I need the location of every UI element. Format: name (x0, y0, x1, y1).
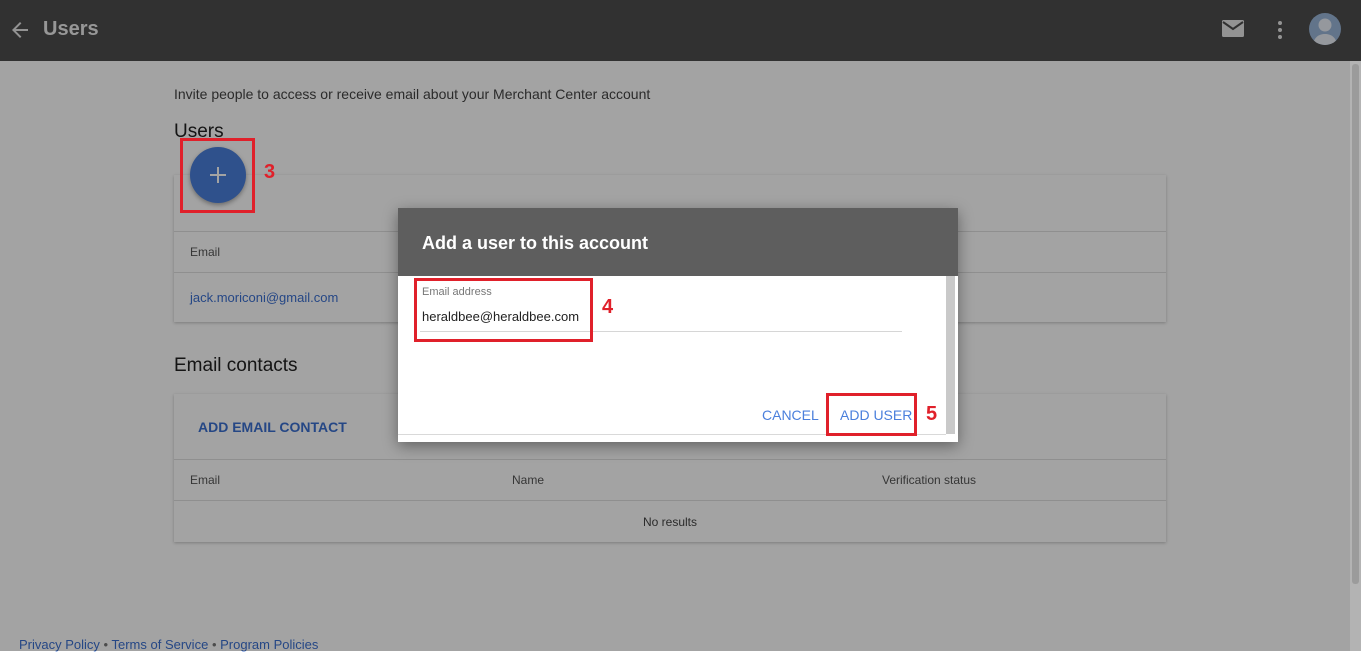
dialog-scrollbar[interactable] (946, 276, 955, 434)
annotation-box-5 (826, 393, 917, 436)
annotation-box-3 (180, 138, 255, 213)
annotation-number-3: 3 (264, 161, 276, 183)
annotation-number-4: 4 (602, 296, 614, 318)
dialog-title: Add a user to this account (422, 233, 649, 253)
annotation-box-4 (414, 278, 593, 342)
page-scrollbar-thumb[interactable] (1352, 64, 1359, 584)
annotation-number-5: 5 (926, 403, 938, 425)
cancel-button[interactable]: CANCEL (762, 407, 819, 423)
dialog-header: Add a user to this account (398, 208, 958, 276)
